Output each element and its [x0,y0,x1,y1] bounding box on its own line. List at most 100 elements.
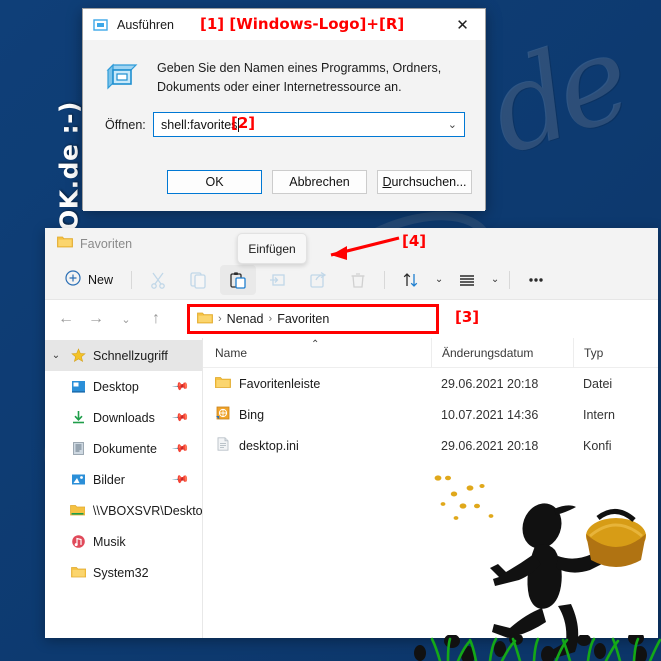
run-dialog-window[interactable]: Ausführen [1] [Windows-Logo]+[R] ✕ Geben… [82,8,486,211]
table-row[interactable]: desktop.ini 29.06.2021 20:18 Konfi [203,430,658,461]
explorer-toolbar[interactable]: New ⌄ ⌄ [45,260,658,300]
table-row[interactable]: Bing 10.07.2021 14:36 Intern [203,399,658,430]
file-name: Favoritenleiste [239,376,321,391]
run-dialog-description: Geben Sie den Namen eines Programms, Ord… [157,61,442,95]
expand-chevron-down-icon[interactable]: ⌄ [45,350,67,361]
internet-shortcut-icon [215,406,231,423]
navigation-sidebar[interactable]: ⌄ Schnellzugriff Desktop 📌 Downloads 📌 D… [45,338,203,638]
breadcrumb-separator-1: › [218,313,222,325]
file-explorer-window[interactable]: Favoriten Einfügen [4] New ⌄ ⌄ ← → ⌄ ↑ ›… [45,228,658,638]
cut-button[interactable] [140,265,176,295]
ini-file-icon [215,437,231,454]
open-input-combobox[interactable]: shell:favorites ⌄ [153,112,465,137]
browse-button[interactable]: Durchsuchen... [377,170,472,194]
sidebar-item-label: Desktop [93,379,139,394]
file-type: Intern [583,407,615,422]
annotation-arrow-4 [330,236,400,260]
sidebar-item-vboxsvr-desktop[interactable]: \\VBOXSVR\Deskto [45,495,202,526]
breadcrumb-item-favoriten[interactable]: Favoriten [277,312,329,326]
view-chevron-down-icon[interactable]: ⌄ [487,274,503,285]
run-dialog-title: Ausführen [117,17,174,32]
file-name-cell[interactable]: desktop.ini [203,437,431,454]
file-date: 29.06.2021 20:18 [441,376,539,391]
cancel-button[interactable]: Abbrechen [272,170,367,194]
file-name: Bing [239,407,265,422]
chevron-down-icon[interactable]: ⌄ [448,118,457,131]
column-headers[interactable]: Name ⌃ Änderungsdatum Typ [203,337,658,368]
sidebar-item-bilder[interactable]: Bilder 📌 [45,464,202,495]
pin-icon[interactable]: 📌 [172,377,191,396]
sidebar-item-downloads[interactable]: Downloads 📌 [45,402,202,433]
copy-button[interactable] [180,265,216,295]
paste-button[interactable] [220,264,257,295]
pin-icon[interactable]: 📌 [172,470,191,489]
sidebar-item-schnellzugriff[interactable]: ⌄ Schnellzugriff [45,340,202,371]
file-date: 10.07.2021 14:36 [441,407,539,422]
desktop-icon [67,379,89,394]
plus-circle-icon [65,270,81,289]
view-button[interactable] [449,265,485,295]
sidebar-item-label: System32 [93,565,149,580]
sidebar-item-label: Musik [93,534,126,549]
view-list-icon [460,274,475,286]
file-list[interactable]: Name ⌃ Änderungsdatum Typ Favoritenleist… [203,337,658,638]
open-input-value[interactable]: shell:favorites [161,118,237,132]
browse-button-mnemonic: D [382,175,392,189]
explorer-titlebar[interactable]: Favoriten Einfügen [4] [45,228,658,264]
file-name: desktop.ini [239,438,299,453]
sidebar-item-system32[interactable]: System32 [45,557,202,588]
run-dialog-titlebar[interactable]: Ausführen [1] [Windows-Logo]+[R] ✕ [83,9,485,40]
sidebar-item-desktop[interactable]: Desktop 📌 [45,371,202,402]
ok-button[interactable]: OK [167,170,262,194]
more-options-button[interactable] [518,265,554,295]
sidebar-item-label: Dokumente [93,441,157,456]
toolbar-divider-2 [384,270,386,289]
delete-button[interactable] [340,265,376,295]
rename-button[interactable] [260,265,296,295]
share-button[interactable] [300,265,336,295]
step-marker-3: [3] [455,308,480,326]
close-icon[interactable]: ✕ [440,9,485,40]
sort-arrows-icon [403,272,418,287]
pin-icon[interactable]: 📌 [172,408,191,427]
step-marker-4: [4] [402,232,427,250]
scissors-icon [151,272,165,289]
document-icon [67,441,89,456]
step-marker-2: [2] [231,114,256,132]
clipboard-paste-icon [230,271,246,289]
explorer-navigation-bar[interactable]: ← → ⌄ ↑ › Nenad › Favoriten [3] [45,300,658,338]
network-folder-icon [67,503,89,518]
run-program-icon [105,62,139,92]
file-name-cell[interactable]: Bing [203,406,431,423]
table-row[interactable]: Favoritenleiste 29.06.2021 20:18 Datei [203,368,658,399]
column-header-type[interactable]: Typ [573,337,658,368]
explorer-content-area: ⌄ Schnellzugriff Desktop 📌 Downloads 📌 D… [45,337,658,638]
pin-icon[interactable]: 📌 [172,439,191,458]
sort-button[interactable] [393,265,429,295]
sort-chevron-down-icon[interactable]: ⌄ [431,274,447,285]
sidebar-item-label: Bilder [93,472,125,487]
sidebar-item-label: Downloads [93,410,155,425]
column-header-name[interactable]: Name ⌃ [203,338,431,368]
toolbar-divider-3 [509,270,511,289]
run-dialog-body: Geben Sie den Namen eines Programms, Ord… [83,40,485,211]
breadcrumb-highlight-box[interactable]: › Nenad › Favoriten [187,304,439,334]
sidebar-item-musik[interactable]: Musik [45,526,202,557]
share-icon [310,271,327,288]
file-name-cell[interactable]: Favoritenleiste [203,375,431,392]
copy-icon [190,271,206,289]
star-icon [67,348,89,363]
new-button[interactable]: New [55,265,123,295]
sort-ascending-icon: ⌃ [311,338,320,350]
up-button[interactable]: ↑ [141,304,171,334]
toolbar-divider [131,270,133,289]
column-header-date[interactable]: Änderungsdatum [431,337,573,368]
breadcrumb-item-nenad[interactable]: Nenad [227,312,264,326]
breadcrumb[interactable]: › Nenad › Favoriten [197,311,329,327]
sidebar-item-label: Schnellzugriff [93,348,168,363]
recent-locations-chevron-down-icon[interactable]: ⌄ [111,304,141,334]
forward-button[interactable]: → [81,304,111,334]
open-field-label: Öffnen: [105,118,146,132]
back-button[interactable]: ← [51,304,81,334]
sidebar-item-dokumente[interactable]: Dokumente 📌 [45,433,202,464]
